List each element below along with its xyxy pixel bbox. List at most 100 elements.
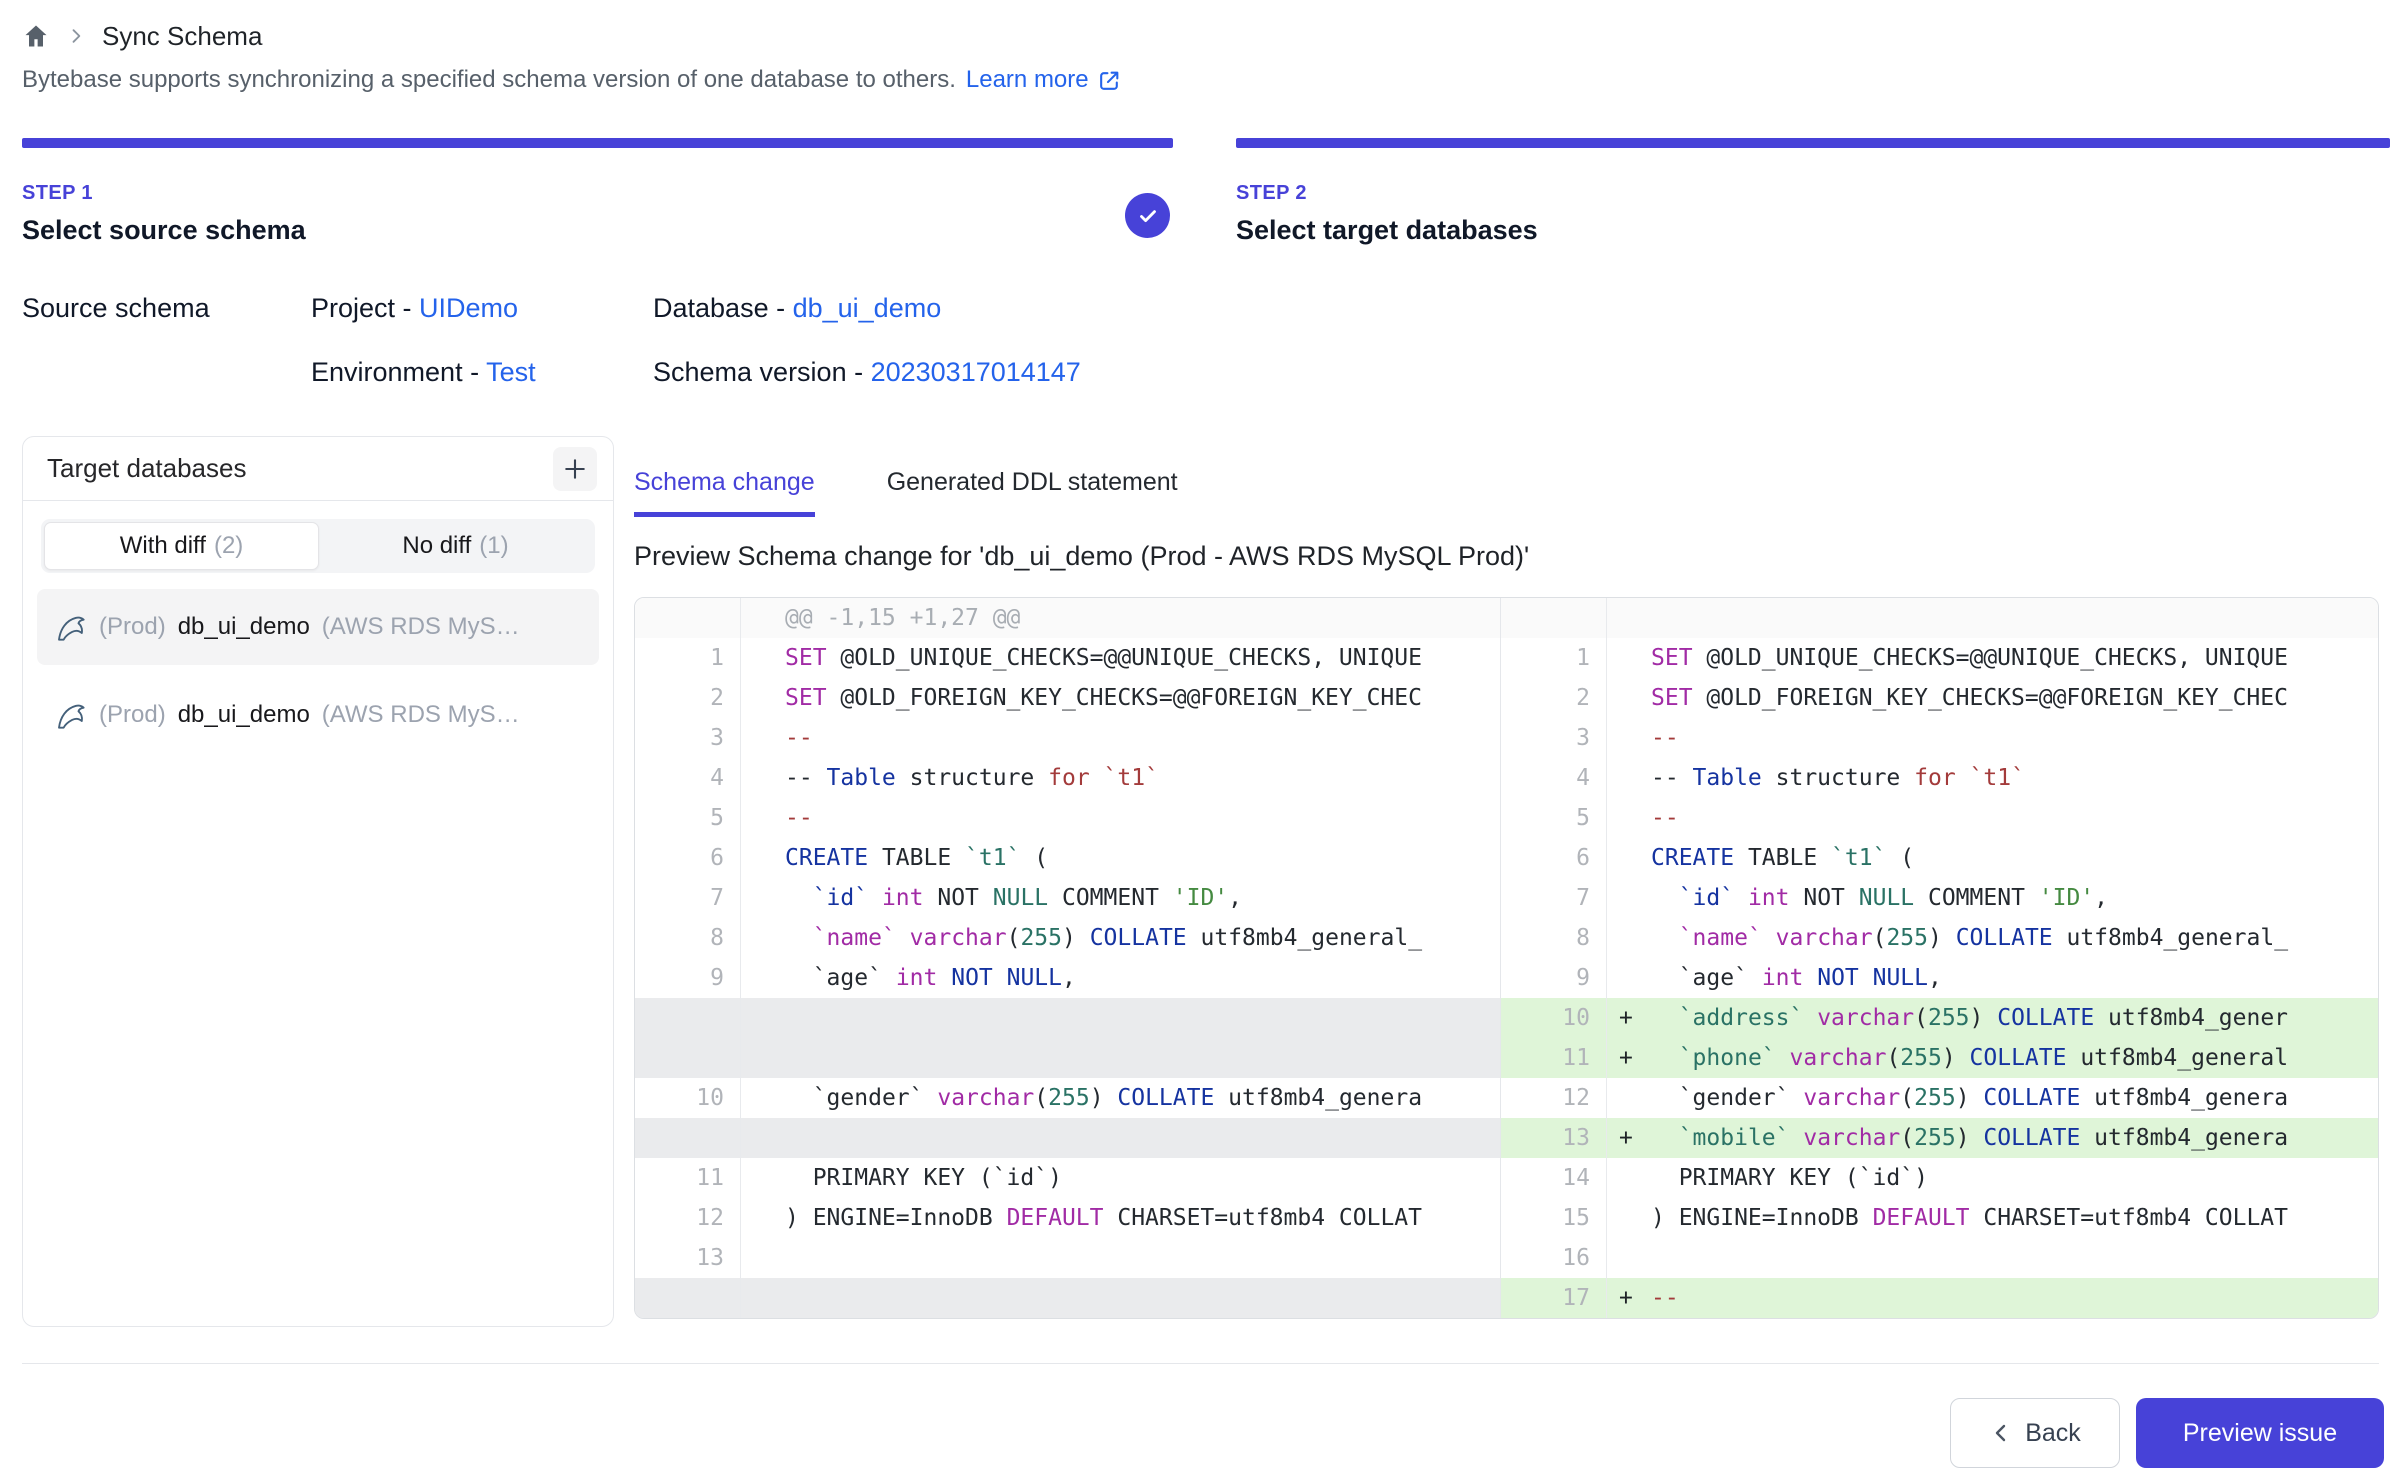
diff-row: 1SET @OLD_UNIQUE_CHECKS=@@UNIQUE_CHECKS,… xyxy=(1501,638,2378,678)
line-number: 11 xyxy=(635,1158,741,1198)
diff-row: 15) ENGINE=InnoDB DEFAULT CHARSET=utf8mb… xyxy=(1501,1198,2378,1238)
line-number: 3 xyxy=(635,718,741,758)
back-button[interactable]: Back xyxy=(1950,1398,2120,1468)
line-number: 10 xyxy=(1501,998,1607,1038)
tab-with-diff[interactable]: With diff (2) xyxy=(44,522,319,570)
line-number: 10 xyxy=(635,1078,741,1118)
line-number: 11 xyxy=(1501,1038,1607,1078)
tab-no-diff[interactable]: No diff (1) xyxy=(319,522,592,570)
diff-row xyxy=(1501,598,2378,638)
with-diff-count: (2) xyxy=(214,532,243,560)
line-number: 1 xyxy=(1501,638,1607,678)
diff-row: @@ -1,15 +1,27 @@ xyxy=(635,598,1500,638)
database-list-item[interactable]: (Prod) db_ui_demo (AWS RDS MyS… xyxy=(37,589,599,665)
tab-schema-change[interactable]: Schema change xyxy=(634,468,815,517)
code-line: ) ENGINE=InnoDB DEFAULT CHARSET=utf8mb4 … xyxy=(1651,1205,2378,1231)
step-1: STEP 1 Select source schema xyxy=(22,182,1173,246)
diff-row: 3-- xyxy=(1501,718,2378,758)
code-line: @@ -1,15 +1,27 @@ xyxy=(785,605,1500,631)
line-number: 4 xyxy=(635,758,741,798)
target-databases-header: Target databases xyxy=(23,437,613,501)
step-2: STEP 2 Select target databases xyxy=(1236,182,1538,246)
diff-row: 16 xyxy=(1501,1238,2378,1278)
code-line: `age` int NOT NULL, xyxy=(785,965,1500,991)
line-number: 9 xyxy=(635,958,741,998)
code-line: `phone` varchar(255) COLLATE utf8mb4_gen… xyxy=(1651,1045,2378,1071)
diff-sign: + xyxy=(1607,1285,1651,1311)
line-number: 16 xyxy=(1501,1238,1607,1278)
code-line: -- xyxy=(785,805,1500,831)
project-link[interactable]: UIDemo xyxy=(419,293,518,323)
schema-version-link[interactable]: 20230317014147 xyxy=(871,357,1081,387)
step1-completed-badge xyxy=(1125,193,1170,238)
line-number xyxy=(635,598,741,638)
line-number: 8 xyxy=(635,918,741,958)
code-line: `mobile` varchar(255) COLLATE utf8mb4_ge… xyxy=(1651,1125,2378,1151)
line-number: 12 xyxy=(1501,1078,1607,1118)
external-link-icon xyxy=(1097,68,1122,93)
add-target-database-button[interactable] xyxy=(553,447,597,491)
diff-row: 2 SET @OLD_FOREIGN_KEY_CHECKS=@@FOREIGN_K… xyxy=(635,678,1500,718)
step1-label: STEP 1 xyxy=(22,182,1173,205)
code-line: -- xyxy=(785,725,1500,751)
diff-pane-old: @@ -1,15 +1,27 @@ 1SET @OLD_UNIQUE_CHECKS… xyxy=(635,598,1501,1318)
footer-divider xyxy=(22,1363,2379,1364)
target-databases-title: Target databases xyxy=(47,453,246,484)
diff-row: 8 `name` varchar(255) COLLATE utf8mb4_ge… xyxy=(1501,918,2378,958)
home-icon[interactable] xyxy=(22,22,50,50)
code-line: SET @OLD_FOREIGN_KEY_CHECKS=@@FOREIGN_KE… xyxy=(785,685,1500,711)
tab-generated-ddl[interactable]: Generated DDL statement xyxy=(887,468,1178,517)
diff-row: 13 xyxy=(635,1238,1500,1278)
diff-row xyxy=(635,1278,1500,1318)
database-link[interactable]: db_ui_demo xyxy=(793,293,942,323)
diff-row xyxy=(635,998,1500,1038)
code-line: -- xyxy=(1651,805,2378,831)
diff-sign: + xyxy=(1607,1045,1651,1071)
line-number: 14 xyxy=(1501,1158,1607,1198)
code-line: `gender` varchar(255) COLLATE utf8mb4_ge… xyxy=(785,1085,1500,1111)
database-environment: (Prod) xyxy=(99,701,166,729)
line-number: 1 xyxy=(635,638,741,678)
diff-pane-new: 1SET @OLD_UNIQUE_CHECKS=@@UNIQUE_CHECKS,… xyxy=(1501,598,2378,1318)
diff-row: 7 `id` int NOT NULL COMMENT 'ID', xyxy=(635,878,1500,918)
code-line: `id` int NOT NULL COMMENT 'ID', xyxy=(1651,885,2378,911)
diff-row: 5 -- xyxy=(1501,798,2378,838)
diff-row: 7 `id` int NOT NULL COMMENT 'ID', xyxy=(1501,878,2378,918)
preview-issue-button[interactable]: Preview issue xyxy=(2136,1398,2384,1468)
schema-diff-viewer[interactable]: @@ -1,15 +1,27 @@1SET @OLD_UNIQUE_CHECKS… xyxy=(634,597,2379,1319)
code-line: PRIMARY KEY (`id`) xyxy=(1651,1165,2378,1191)
line-number: 17 xyxy=(1501,1278,1607,1318)
page-title: Sync Schema xyxy=(102,21,262,52)
diff-filter-tabs: With diff (2) No diff (1) xyxy=(41,519,595,573)
diff-row: 10 `gender` varchar(255) COLLATE utf8mb4… xyxy=(635,1078,1500,1118)
diff-row: 1SET @OLD_UNIQUE_CHECKS=@@UNIQUE_CHECKS,… xyxy=(635,638,1500,678)
target-database-list: (Prod) db_ui_demo (AWS RDS MyS… (Prod) d… xyxy=(37,589,599,753)
sync-schema-page: Sync Schema Bytebase supports synchroniz… xyxy=(0,0,2396,1480)
line-number xyxy=(635,1038,741,1078)
diff-row: 6CREATE TABLE `t1` ( xyxy=(1501,838,2378,878)
environment-link[interactable]: Test xyxy=(486,357,536,387)
step2-progress-bar xyxy=(1236,138,2390,148)
chevron-right-icon xyxy=(66,26,86,46)
field-project: Project - UIDemo xyxy=(311,293,518,324)
diff-row: 3 -- xyxy=(635,718,1500,758)
source-schema-label: Source schema xyxy=(22,293,210,324)
code-line: `address` varchar(255) COLLATE utf8mb4_g… xyxy=(1651,1005,2378,1031)
code-line: -- Table structure for `t1` xyxy=(1651,765,2378,791)
database-list-item[interactable]: (Prod) db_ui_demo (AWS RDS MyS… xyxy=(37,677,599,753)
diff-row: 17+-- xyxy=(1501,1278,2378,1318)
step2-title: Select target databases xyxy=(1236,215,1538,246)
line-number xyxy=(635,1278,741,1318)
mysql-icon xyxy=(55,699,87,731)
line-number: 5 xyxy=(1501,798,1607,838)
learn-more-link[interactable]: Learn more xyxy=(966,66,1122,94)
diff-row: 2SET @OLD_FOREIGN_KEY_CHECKS=@@FOREIGN_K… xyxy=(1501,678,2378,718)
diff-row xyxy=(635,1118,1500,1158)
plus-icon xyxy=(561,455,589,483)
line-number: 4 xyxy=(1501,758,1607,798)
target-databases-panel: Target databases With diff (2) No diff (… xyxy=(22,436,614,1327)
line-number: 6 xyxy=(635,838,741,878)
diff-row: 14 PRIMARY KEY (`id`) xyxy=(1501,1158,2378,1198)
code-line: PRIMARY KEY (`id`) xyxy=(785,1165,1500,1191)
line-number: 2 xyxy=(635,678,741,718)
